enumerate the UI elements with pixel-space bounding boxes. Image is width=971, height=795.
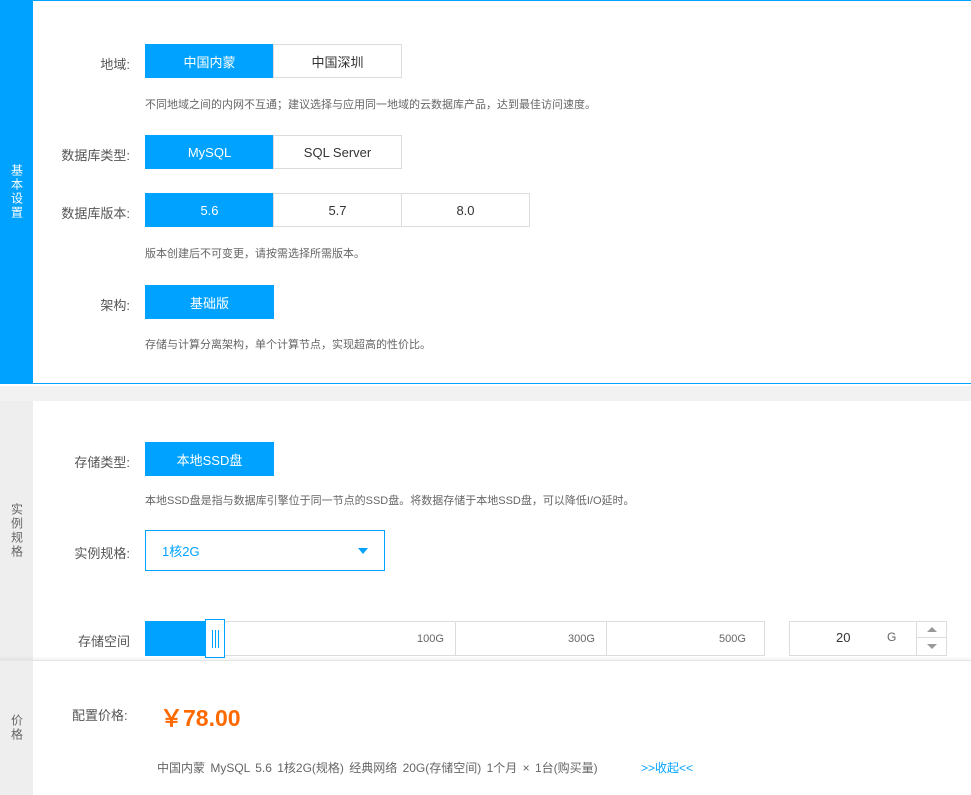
- config-summary: 中国内蒙 MySQL 5.6 1核2G(规格) 经典网络 20G(存储空间) 1…: [157, 761, 598, 775]
- db-version-option-8-0[interactable]: 8.0: [401, 193, 530, 227]
- storage-type-option-ssd[interactable]: 本地SSD盘: [145, 442, 274, 476]
- price-label: 配置价格:: [72, 708, 128, 723]
- arch-hint: 存储与计算分离架构，单个计算节点，实现超高的性价比。: [145, 339, 431, 351]
- caret-up-icon: [927, 626, 937, 632]
- storage-type-label: 存储类型:: [74, 455, 130, 470]
- stepper-down-button[interactable]: [917, 638, 947, 655]
- db-type-label: 数据库类型:: [61, 148, 130, 163]
- db-version-hint: 版本创建后不可变更，请按需选择所需版本。: [145, 248, 365, 260]
- slider-tick-500g: 500G: [719, 633, 746, 645]
- slider-tick-300g: 300G: [568, 633, 595, 645]
- slider-segment-divider: [455, 622, 456, 655]
- db-type-option-sqlserver[interactable]: SQL Server: [273, 135, 402, 169]
- region-option-shenzhen[interactable]: 中国深圳: [273, 44, 402, 78]
- caret-down-icon: [927, 644, 937, 649]
- instance-spec-select[interactable]: 1核2G: [145, 530, 385, 571]
- price-tab: 价格: [0, 661, 33, 795]
- chevron-down-icon: [358, 548, 368, 554]
- storage-size-unit: G: [887, 630, 897, 644]
- db-version-label: 数据库版本:: [61, 206, 130, 221]
- instance-spec-value: 1核2G: [162, 544, 200, 559]
- region-option-neimeng[interactable]: 中国内蒙: [145, 44, 274, 78]
- section-gap: [0, 386, 971, 401]
- price-tab-label: 价格: [9, 714, 24, 742]
- region-label: 地域:: [100, 57, 130, 72]
- db-version-option-5-7[interactable]: 5.7: [273, 193, 402, 227]
- arch-option-basic[interactable]: 基础版: [145, 285, 274, 319]
- storage-size-value: 20: [836, 630, 851, 645]
- slider-segment-divider: [606, 622, 607, 655]
- storage-type-hint: 本地SSD盘是指与数据库引擎位于同一节点的SSD盘。将数据存储于本地SSD盘，可…: [145, 495, 635, 507]
- storage-slider-handle[interactable]: [205, 619, 225, 658]
- instance-spec-label: 实例规格:: [74, 546, 130, 561]
- collapse-link[interactable]: >>收起<<: [641, 759, 693, 776]
- price-amount: ￥78.00: [160, 705, 241, 731]
- db-version-option-5-6[interactable]: 5.6: [145, 193, 274, 227]
- stepper-up-button[interactable]: [917, 621, 947, 638]
- storage-size-stepper: [916, 621, 947, 656]
- arch-label: 架构:: [100, 298, 130, 313]
- slider-tick-100g: 100G: [417, 633, 444, 645]
- db-type-option-mysql[interactable]: MySQL: [145, 135, 274, 169]
- storage-space-label: 存储空间: [77, 634, 130, 649]
- instance-spec-tab: 实例规格: [0, 401, 33, 660]
- region-hint: 不同地域之间的内网不互通；建议选择与应用同一地域的云数据库产品，达到最佳访问速度…: [145, 99, 596, 111]
- grip-icon: [211, 629, 219, 648]
